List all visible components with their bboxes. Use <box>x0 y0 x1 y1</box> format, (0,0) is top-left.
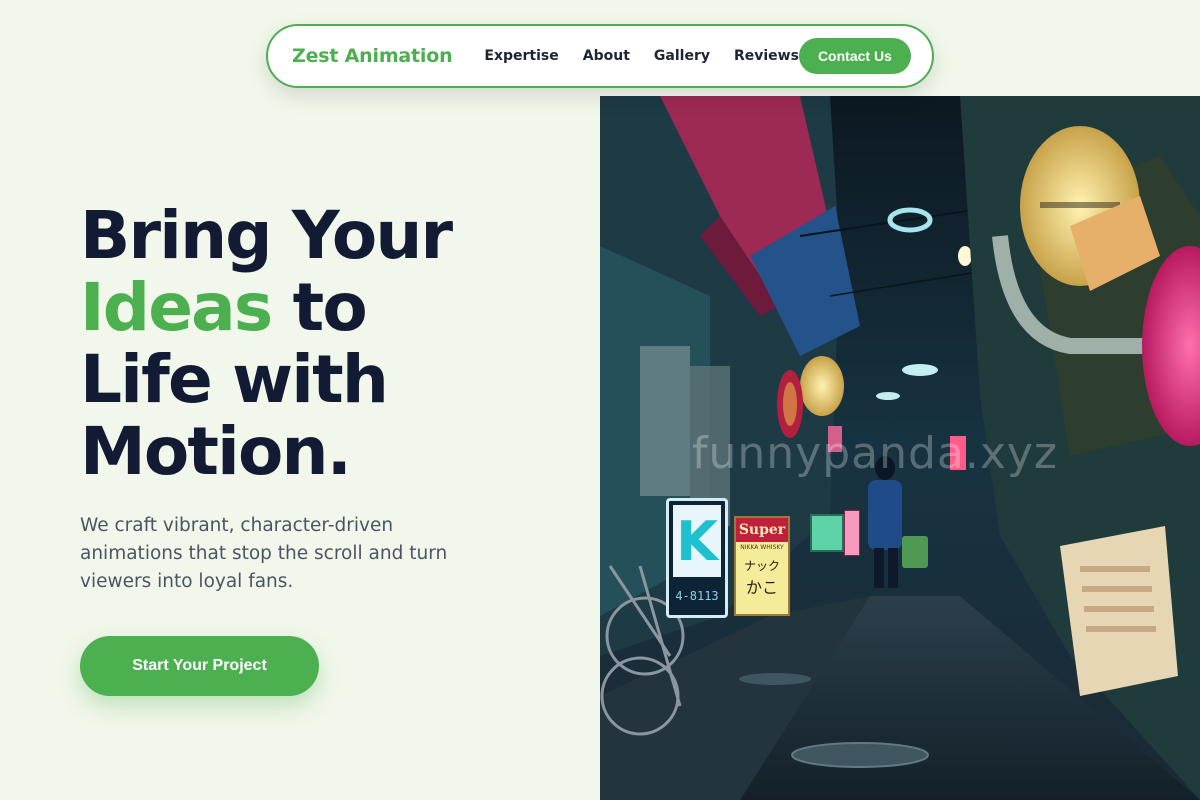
snack-sign-line1: ナック <box>743 559 780 573</box>
super-sign-sub: NIKKA WHISKY <box>740 544 784 551</box>
alley-illustration <box>600 96 1200 800</box>
k-sign-phone: 4-8113 <box>675 589 719 603</box>
pink-sign <box>844 510 860 556</box>
nav-link-gallery[interactable]: Gallery <box>654 48 710 64</box>
start-project-button[interactable]: Start Your Project <box>80 636 319 696</box>
nav-link-about[interactable]: About <box>583 48 630 64</box>
green-sign <box>810 514 844 552</box>
nav-link-reviews[interactable]: Reviews <box>734 48 799 64</box>
hero-title: Bring Your Ideas to Life with Motion. <box>80 200 580 488</box>
nav-link-expertise[interactable]: Expertise <box>484 48 558 64</box>
nav-links: Expertise About Gallery Reviews <box>484 48 799 64</box>
hero-title-line2-rest: to <box>271 269 368 346</box>
super-sign: Super NIKKA WHISKY ナック かこ <box>734 516 790 616</box>
hero-subtitle: We craft vibrant, character-driven anima… <box>80 515 448 592</box>
k-sign-letter: K <box>673 505 721 577</box>
brand-logo[interactable]: Zest Animation <box>292 45 453 67</box>
hero-image: K 4-8113 Super NIKKA WHISKY ナック かこ funny… <box>600 96 1200 800</box>
hero-title-accent: Ideas <box>80 269 273 346</box>
contact-us-button[interactable]: Contact Us <box>798 38 911 74</box>
k-sign: K 4-8113 <box>666 498 728 618</box>
top-navbar: Zest Animation Expertise About Gallery R… <box>266 24 934 88</box>
hero-title-line3: Life with <box>80 341 389 418</box>
super-sign-title: Super <box>736 518 788 542</box>
snack-sign-line2: かこ <box>745 578 778 597</box>
hero-title-line4: Motion. <box>80 413 352 490</box>
hero-title-line1: Bring Your <box>80 197 453 274</box>
